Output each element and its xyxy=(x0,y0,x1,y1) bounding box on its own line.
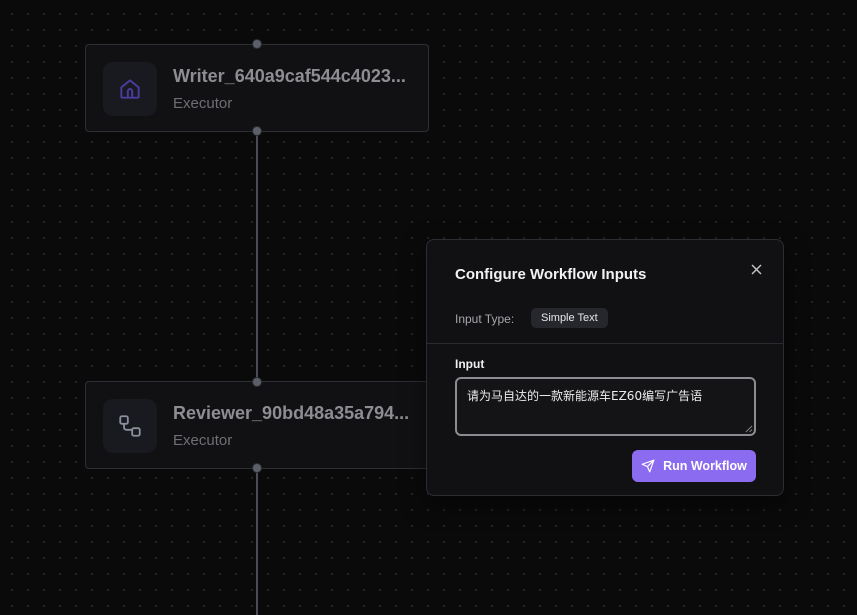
writer-node-icon-box xyxy=(103,62,157,116)
reviewer-node-title: Reviewer_90bd48a35a794... xyxy=(173,403,410,423)
run-workflow-label: Run Workflow xyxy=(663,459,747,473)
edge-writer-to-reviewer xyxy=(256,131,258,382)
input-type-label: Input Type: xyxy=(455,312,515,326)
writer-node[interactable]: Writer_640a9caf544c4023... Executor xyxy=(85,44,429,132)
workflow-input-textarea[interactable] xyxy=(455,377,756,436)
reviewer-node[interactable]: Reviewer_90bd48a35a794... Executor xyxy=(85,381,429,469)
run-workflow-button[interactable]: Run Workflow xyxy=(632,450,756,482)
resize-grip-icon[interactable] xyxy=(744,424,753,433)
close-icon xyxy=(751,264,761,274)
dialog-title: Configure Workflow Inputs xyxy=(455,266,647,283)
writer-node-title: Writer_640a9caf544c4023... xyxy=(173,66,406,86)
dialog-divider xyxy=(427,343,783,344)
writer-node-subtitle: Executor xyxy=(173,95,233,112)
send-icon xyxy=(641,459,655,473)
reviewer-node-subtitle: Executor xyxy=(173,432,233,449)
home-icon xyxy=(120,79,140,99)
reviewer-output-handle[interactable] xyxy=(252,463,262,473)
close-button[interactable] xyxy=(747,260,765,278)
input-label: Input xyxy=(455,357,485,371)
writer-output-handle[interactable] xyxy=(252,126,262,136)
reviewer-input-handle[interactable] xyxy=(252,377,262,387)
configure-inputs-dialog: Configure Workflow Inputs Input Type: Si… xyxy=(426,239,784,496)
writer-input-handle[interactable] xyxy=(252,39,262,49)
workflow-canvas[interactable]: Writer_640a9caf544c4023... Executor Revi… xyxy=(0,0,857,615)
reviewer-node-icon-box xyxy=(103,399,157,453)
workflow-icon xyxy=(119,415,141,437)
edge-reviewer-to-next xyxy=(256,468,258,615)
input-type-badge[interactable]: Simple Text xyxy=(531,308,608,328)
